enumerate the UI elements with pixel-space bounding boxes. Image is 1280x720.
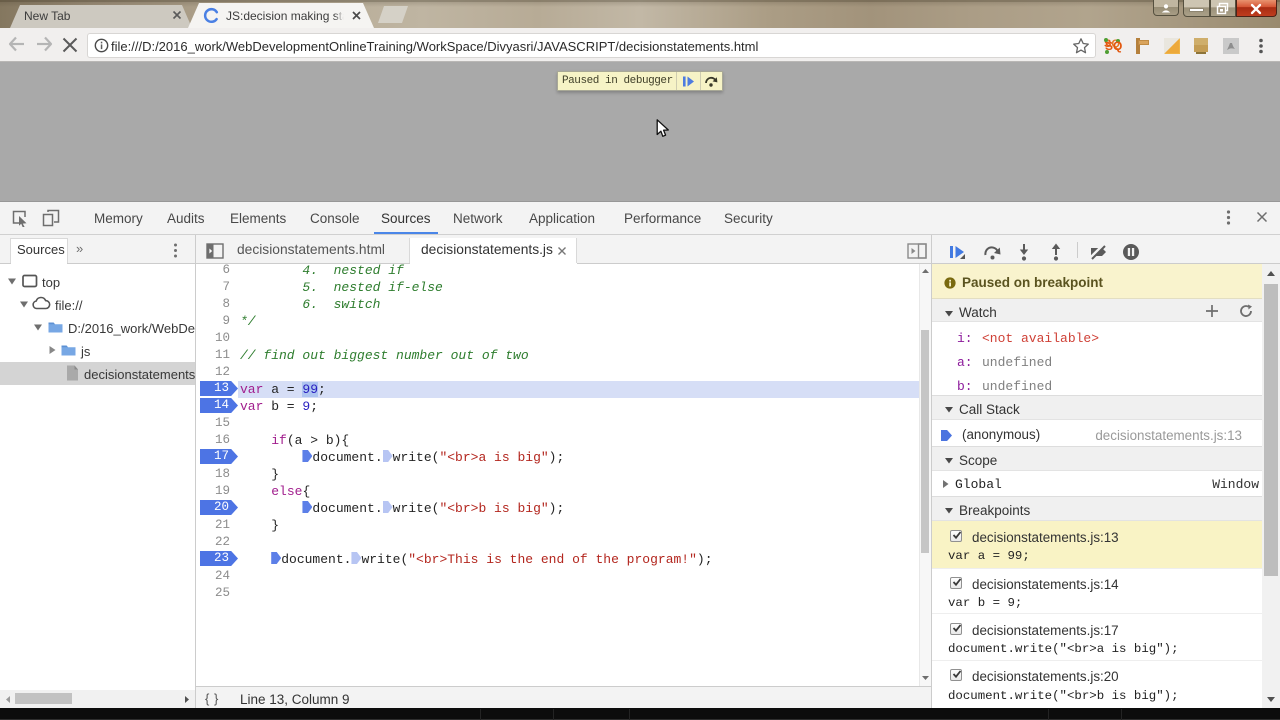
svg-text:SQ: SQ: [1105, 39, 1122, 53]
